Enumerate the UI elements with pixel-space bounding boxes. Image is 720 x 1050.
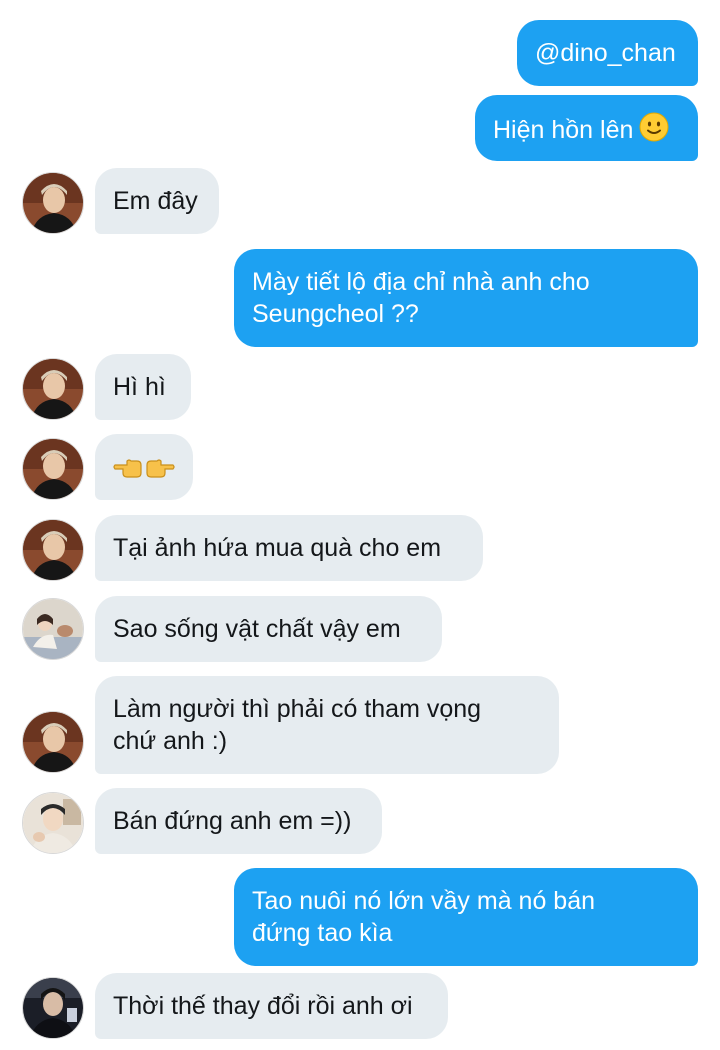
- message-row: Bán đứng anh em =)): [0, 788, 720, 856]
- avatar[interactable]: [22, 792, 84, 854]
- avatar[interactable]: [22, 711, 84, 773]
- message-row: Tại ảnh hứa mua quà cho em: [0, 515, 720, 583]
- message-text: @dino_chan: [535, 39, 676, 67]
- message-row: Sao sống vật chất vậy em: [0, 596, 720, 664]
- message-row: Hiện hồn lên: [0, 95, 720, 161]
- message-text: Tại ảnh hứa mua quà cho em: [113, 534, 442, 562]
- avatar[interactable]: [22, 172, 84, 234]
- message-row: Thời thế thay đổi rồi anh ơi: [0, 973, 720, 1041]
- avatar[interactable]: [22, 358, 84, 420]
- message-text: Sao sống vật chất vậy em: [113, 615, 401, 643]
- slightly-smiling-face-icon: [639, 112, 669, 150]
- incoming-message-bubble[interactable]: Làm người thì phải có tham vọng chứ anh …: [95, 676, 559, 774]
- message-row: Làm người thì phải có tham vọng chứ anh …: [0, 676, 720, 774]
- incoming-message-bubble[interactable]: Em đây: [95, 168, 219, 234]
- message-text-line: Tao nuôi nó lớn vầy mà nó bán: [252, 887, 596, 915]
- message-text-line: chứ anh :): [113, 727, 228, 755]
- message-row: Tao nuôi nó lớn vầy mà nó bán đứng tao k…: [0, 868, 720, 966]
- incoming-message-bubble[interactable]: Sao sống vật chất vậy em: [95, 596, 442, 662]
- message-text-line: Mày tiết lộ địa chỉ nhà anh cho: [252, 268, 590, 296]
- message-row: @dino_chan: [0, 20, 720, 86]
- message-text: Bán đứng anh em =)): [113, 807, 352, 835]
- message-row: [0, 434, 720, 502]
- outgoing-message-bubble[interactable]: Tao nuôi nó lớn vầy mà nó bán đứng tao k…: [234, 868, 698, 966]
- message-text: Hiện hồn lên: [493, 116, 634, 144]
- pointing-hands-icon: [113, 451, 175, 491]
- message-row: Em đây: [0, 168, 720, 236]
- outgoing-message-bubble[interactable]: Hiện hồn lên: [475, 95, 698, 161]
- message-text: Hì hì: [113, 373, 166, 401]
- avatar[interactable]: [22, 438, 84, 500]
- message-text-line: Seungcheol ??: [252, 300, 419, 328]
- message-text: Thời thế thay đổi rồi anh ơi: [113, 992, 413, 1020]
- message-text-line: Làm người thì phải có tham vọng: [113, 695, 482, 723]
- outgoing-message-bubble[interactable]: @dino_chan: [517, 20, 698, 86]
- message-row: Hì hì: [0, 354, 720, 422]
- message-text: Em đây: [113, 187, 198, 215]
- incoming-message-bubble[interactable]: Tại ảnh hứa mua quà cho em: [95, 515, 483, 581]
- incoming-message-bubble[interactable]: Thời thế thay đổi rồi anh ơi: [95, 973, 448, 1039]
- incoming-message-bubble[interactable]: Hì hì: [95, 354, 191, 420]
- incoming-message-bubble[interactable]: Bán đứng anh em =)): [95, 788, 382, 854]
- outgoing-message-bubble[interactable]: Mày tiết lộ địa chỉ nhà anh cho Seungche…: [234, 249, 698, 347]
- avatar[interactable]: [22, 519, 84, 581]
- incoming-message-bubble[interactable]: [95, 434, 193, 500]
- message-text-line: đứng tao kìa: [252, 919, 393, 947]
- message-row: Mày tiết lộ địa chỉ nhà anh cho Seungche…: [0, 249, 720, 347]
- avatar[interactable]: [22, 977, 84, 1039]
- avatar[interactable]: [22, 598, 84, 660]
